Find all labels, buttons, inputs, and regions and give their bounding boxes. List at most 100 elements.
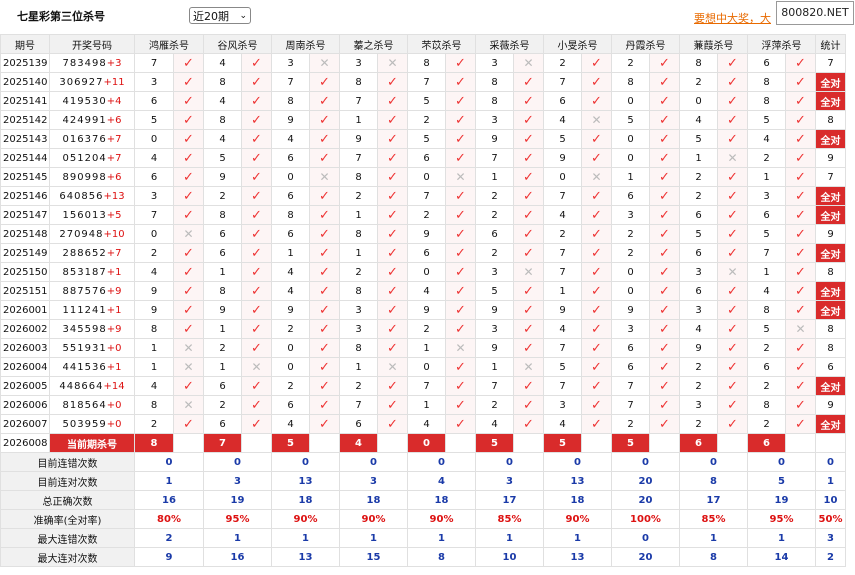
draw-digits: 156013	[62, 209, 107, 221]
kill-number: 6	[271, 395, 310, 415]
promo-link[interactable]: 要想中大奖，大	[694, 10, 771, 26]
kill-number: 3	[339, 319, 378, 339]
kill-number: 2	[679, 414, 718, 434]
result-cell: ✓	[445, 53, 476, 73]
result-cell: ✓	[173, 300, 204, 320]
stat-value: 90%	[339, 509, 408, 529]
kill-number: 9	[475, 300, 514, 320]
draw-digits: 887576	[62, 285, 107, 297]
kill-number: 4	[679, 110, 718, 130]
kill-number: 4	[679, 319, 718, 339]
check-icon: ✓	[523, 150, 534, 166]
kill-number: 3	[134, 72, 174, 92]
kill-number: 8	[475, 91, 514, 111]
draw-number: 345598+9	[49, 319, 135, 339]
check-icon: ✓	[795, 169, 806, 185]
check-icon: ✓	[727, 416, 738, 432]
kill-number: 6	[134, 167, 174, 187]
kill-number: 2	[543, 224, 582, 244]
stat-label: 总正确次数	[0, 490, 135, 510]
result-cell: ✓	[785, 262, 816, 282]
draw-number: 640856+13	[49, 186, 135, 206]
row-stat: 全对	[815, 300, 846, 320]
issue-number: 2026007	[0, 414, 50, 434]
check-icon: ✓	[319, 131, 330, 147]
check-icon: ✓	[523, 378, 534, 394]
draw-bonus: +14	[103, 380, 125, 392]
kill-number: 6	[203, 243, 242, 263]
result-cell: ✓	[581, 91, 612, 111]
kill-number: 0	[271, 357, 310, 377]
result-cell: ✕	[785, 319, 816, 339]
kill-number: 4	[543, 205, 582, 225]
kill-number: 6	[747, 357, 786, 377]
kill-number: 0	[543, 167, 582, 187]
cross-icon: ✕	[727, 151, 738, 165]
check-icon: ✓	[319, 302, 330, 318]
result-cell: ✓	[717, 53, 748, 73]
result-cell: ✓	[309, 243, 340, 263]
kill-number: 1	[407, 338, 446, 358]
result-cell: ✓	[241, 319, 272, 339]
kill-number: 7	[339, 395, 378, 415]
row-stat: 全对	[815, 72, 846, 92]
result-cell: ✓	[785, 53, 816, 73]
result-cell: ✓	[649, 129, 680, 149]
result-cell: ✓	[377, 338, 408, 358]
kill-number: 8	[203, 205, 242, 225]
kill-number: 4	[203, 91, 242, 111]
result-cell: ✓	[513, 91, 544, 111]
result-cell: ✓	[649, 224, 680, 244]
result-cell: ✓	[581, 72, 612, 92]
check-icon: ✓	[387, 169, 398, 185]
row-stat: 6	[815, 357, 846, 377]
kill-number: 2	[747, 414, 786, 434]
stat-row: 总正确次数 16 19 18 18 18 17 18 20 17 19 10	[0, 490, 846, 510]
kill-number: 7	[339, 148, 378, 168]
stat-value: 0	[134, 452, 204, 472]
stat-value: 1	[134, 471, 204, 491]
stat-value: 13	[543, 471, 612, 491]
kill-number: 1	[475, 357, 514, 377]
kill-number: 5	[611, 110, 650, 130]
issue-number: 2025143	[0, 129, 50, 149]
draw-number: 424991+6	[49, 110, 135, 130]
check-icon: ✓	[183, 207, 194, 223]
kill-number: 2	[611, 224, 650, 244]
result-cell: ✕	[513, 53, 544, 73]
draw-digits: 051204	[62, 152, 107, 164]
result-cell: ✕	[513, 357, 544, 377]
check-icon: ✓	[387, 378, 398, 394]
check-icon: ✓	[523, 93, 534, 109]
cross-icon: ✕	[387, 56, 398, 70]
stat-value: 19	[747, 490, 816, 510]
check-icon: ✓	[251, 188, 262, 204]
column-header: 小旻杀号	[543, 34, 612, 54]
kill-number: 6	[543, 91, 582, 111]
stat-value: 90%	[543, 509, 612, 529]
check-icon: ✓	[387, 226, 398, 242]
kill-number: 4	[271, 129, 310, 149]
result-cell: ✓	[377, 262, 408, 282]
period-select[interactable]: 近20期 ⌄	[189, 7, 251, 24]
check-icon: ✓	[251, 283, 262, 299]
kill-number: 7	[339, 91, 378, 111]
stat-value: 18	[543, 490, 612, 510]
column-header: 鸿雁杀号	[134, 34, 204, 54]
kill-number: 6	[339, 414, 378, 434]
result-cell: ✓	[717, 319, 748, 339]
check-icon: ✓	[455, 416, 466, 432]
check-icon: ✓	[659, 169, 670, 185]
check-icon: ✓	[319, 207, 330, 223]
column-header: 蓁之杀号	[339, 34, 408, 54]
cross-icon: ✕	[523, 56, 534, 70]
current-empty-cell	[445, 433, 476, 453]
current-empty-cell	[785, 433, 816, 453]
result-cell: ✓	[241, 224, 272, 244]
issue-number: 2025149	[0, 243, 50, 263]
kill-number: 7	[543, 338, 582, 358]
result-cell: ✓	[513, 110, 544, 130]
stat-value: 100%	[611, 509, 680, 529]
draw-bonus: +7	[106, 152, 122, 164]
kill-number: 2	[611, 243, 650, 263]
